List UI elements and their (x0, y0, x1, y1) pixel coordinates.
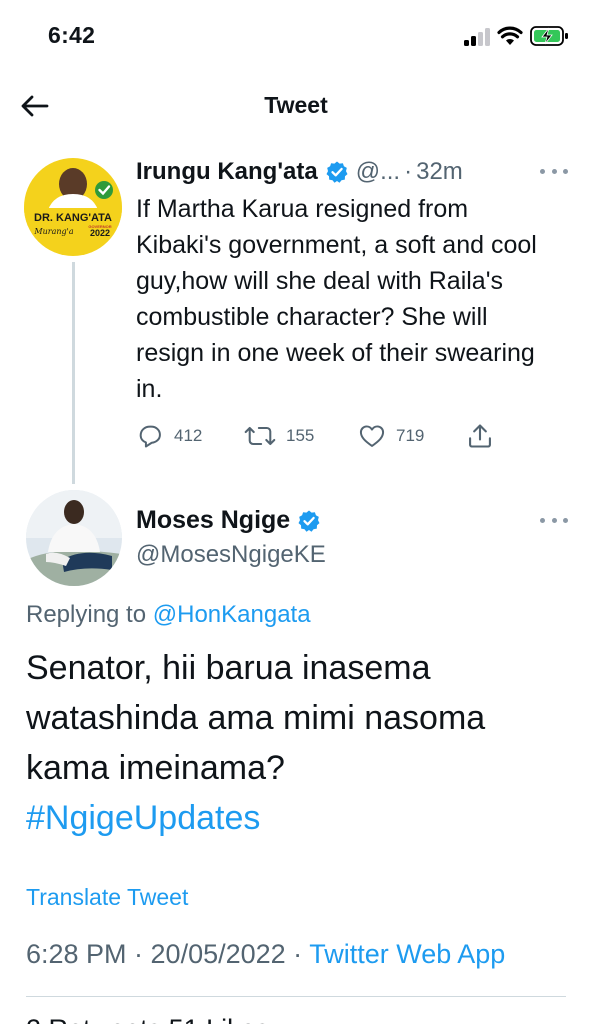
reply-icon (139, 425, 161, 448)
heart-icon (359, 425, 385, 447)
main-tweet-body: Senator, hii barua inasema watashinda am… (26, 643, 566, 843)
main-more-icon[interactable] (540, 515, 568, 525)
avatar-year-text: 2022 (90, 228, 110, 238)
parent-tweet-avatar[interactable]: DR. KANG'ATA Murang'a GOVERNOR 2022 (24, 158, 122, 256)
avatar-title-text: DR. KANG'ATA (34, 212, 112, 224)
main-tweet-text: Senator, hii barua inasema watashinda am… (26, 649, 486, 787)
like-button[interactable]: 719 (358, 420, 424, 452)
tweet-stats-row[interactable]: 2 Retweets 51 Likes (26, 1014, 269, 1024)
replying-prefix: Replying to (26, 601, 153, 628)
main-tweet-avatar[interactable] (26, 490, 122, 586)
main-author-handle[interactable]: @MosesNgigeKE (136, 541, 326, 569)
tweet-meta: 6:28 PM · 20/05/2022 · Twitter Web App (26, 939, 505, 970)
tweet-timestamp: 6:28 PM · 20/05/2022 · (26, 939, 310, 969)
hashtag-link[interactable]: #NgigeUpdates (26, 799, 260, 837)
battery-charging-icon (530, 26, 568, 46)
parent-tweet-header: Irungu Kang'ata @... · 32m (136, 156, 463, 188)
cellular-signal-icon (464, 28, 492, 46)
thread-line (72, 262, 75, 484)
status-bar: 6:42 (0, 0, 592, 70)
retweet-icon (244, 426, 276, 446)
wifi-icon (497, 26, 523, 45)
share-button[interactable] (466, 420, 494, 452)
avatar-script-text: Murang'a (33, 227, 73, 236)
reply-count: 412 (174, 426, 203, 445)
parent-tweet-time[interactable]: 32m (416, 158, 463, 186)
reply-button[interactable]: 412 (136, 420, 202, 452)
replying-to: Replying to @HonKangata (26, 601, 311, 629)
nav-bar: Tweet (0, 70, 592, 140)
divider (26, 996, 566, 997)
translate-tweet-link[interactable]: Translate Tweet (26, 884, 188, 911)
like-count: 719 (396, 426, 425, 445)
verified-badge-icon (298, 510, 320, 532)
parent-author-handle[interactable]: @... (356, 158, 400, 186)
tweet-source-link[interactable]: Twitter Web App (309, 939, 505, 969)
share-icon (469, 424, 491, 448)
retweet-count: 155 (286, 426, 315, 445)
parent-tweet-actions: 412 155 719 (136, 420, 516, 452)
verified-badge-icon (326, 161, 348, 183)
page-title: Tweet (264, 92, 328, 118)
parent-tweet-text: If Martha Karua resigned from Kibaki's g… (136, 195, 537, 403)
main-author-name[interactable]: Moses Ngige (136, 506, 290, 535)
main-author-row: Moses Ngige (136, 506, 321, 535)
parent-author-name[interactable]: Irungu Kang'ata (136, 158, 318, 186)
parent-separator: · (404, 158, 413, 185)
retweet-button[interactable]: 155 (244, 420, 314, 452)
parent-more-icon[interactable] (540, 166, 568, 176)
replying-handle-link[interactable]: @HonKangata (153, 601, 311, 628)
status-time: 6:42 (48, 22, 96, 48)
